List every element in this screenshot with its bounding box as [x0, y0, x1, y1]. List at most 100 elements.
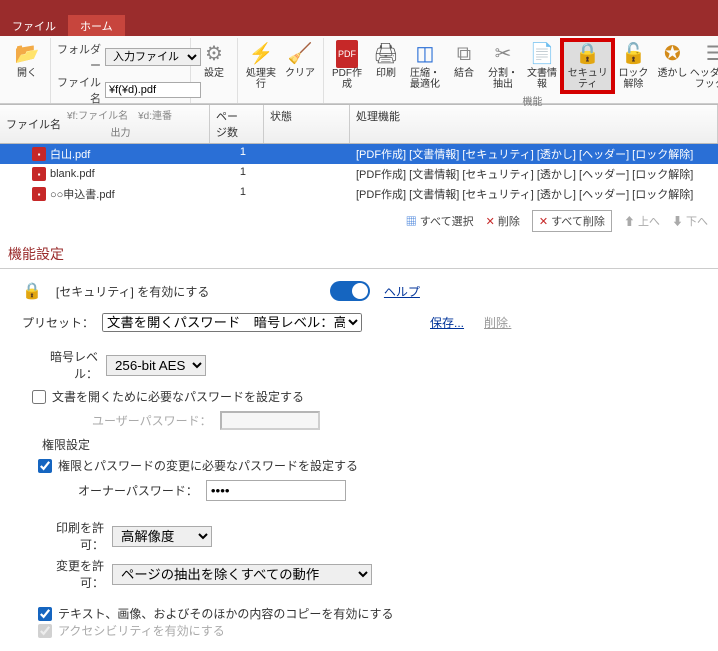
file-name: blank.pdf [50, 168, 95, 180]
pdf-icon: PDF [336, 42, 358, 66]
file-fn: [PDF作成] [文書情報] [セキュリティ] [透かし] [ヘッダー] [ロッ… [350, 184, 718, 204]
pdf-file-icon: ▪ [32, 147, 46, 161]
folder-label: フォルダー [55, 41, 101, 73]
split-button[interactable]: ✂ 分割・ 抽出 [484, 40, 522, 92]
compress-icon: ◫ [416, 42, 435, 66]
change-allow-select[interactable]: ページの抽出を除くすべての動作 [112, 564, 372, 585]
print-button[interactable]: 🖨 印刷 [367, 40, 405, 92]
header-footer-button[interactable]: ☰ ヘッダー・ フッター [692, 40, 718, 92]
pdf-file-icon: ▪ [32, 187, 46, 201]
grid-header: ファイル名 ページ数 状態 処理機能 [0, 105, 718, 144]
owner-password-input[interactable] [206, 480, 346, 501]
preset-save-link[interactable]: 保存... [430, 314, 464, 331]
ribbon: 📂 開く フォルダー 入力ファイルと同じ ファイル名 ¥f:ファイル名 ¥d:連… [0, 36, 718, 104]
perm-password-label: 権限とパスワードの変更に必要なパスワードを設定する [58, 457, 358, 474]
select-all-button[interactable]: ▦ すべて選択 [406, 213, 474, 229]
compress-button[interactable]: ◫ 圧縮・ 最適化 [406, 40, 444, 92]
clear-button[interactable]: 🧹 クリア [281, 40, 319, 92]
folder-select[interactable]: 入力ファイルと同じ [105, 48, 201, 66]
file-pages: 1 [210, 184, 264, 204]
clear-label: クリア [285, 68, 315, 79]
security-label: セキュリティ [566, 68, 609, 90]
owner-password-label: オーナーパスワード： [78, 482, 198, 499]
tab-home[interactable]: ホーム [68, 15, 125, 36]
enc-level-label: 暗号レベル： [32, 348, 98, 382]
header-footer-icon: ☰ [706, 42, 718, 66]
bolt-icon: ⚡ [249, 42, 274, 66]
compress-label: 圧縮・ 最適化 [410, 68, 440, 90]
pdf-create-button[interactable]: PDF PDF作成 [328, 40, 366, 92]
unlock-label: ロック 解除 [618, 68, 648, 90]
open-password-label: 文書を開くために必要なパスワードを設定する [52, 388, 304, 405]
combine-button[interactable]: ⧉ 結合 [445, 40, 483, 92]
print-label: 印刷 [376, 68, 396, 79]
table-row[interactable]: ▪白山.pdf 1 [PDF作成] [文書情報] [セキュリティ] [透かし] … [0, 144, 718, 164]
file-name: 白山.pdf [50, 146, 90, 162]
split-label: 分割・ 抽出 [488, 68, 518, 90]
run-label: 処理実行 [246, 68, 276, 90]
security-button[interactable]: 🔒 セキュリティ [562, 40, 613, 92]
delete-button[interactable]: ✕ 削除 [486, 213, 520, 229]
docinfo-button[interactable]: 📄 文書情報 [523, 40, 561, 92]
ribbon-tabs: ファイル ホーム [0, 16, 718, 36]
delete-all-button[interactable]: ✕すべて削除 [532, 210, 612, 232]
preset-delete-link[interactable]: 削除. [484, 314, 511, 331]
change-allow-label: 変更を許可： [38, 557, 104, 591]
docinfo-icon: 📄 [530, 42, 555, 66]
col-pages[interactable]: ページ数 [210, 105, 264, 143]
file-fn: [PDF作成] [文書情報] [セキュリティ] [透かし] [ヘッダー] [ロッ… [350, 164, 718, 184]
watermark-button[interactable]: ✪ 透かし [653, 40, 691, 92]
table-row[interactable]: ▪blank.pdf 1 [PDF作成] [文書情報] [セキュリティ] [透か… [0, 164, 718, 184]
col-state[interactable]: 状態 [264, 105, 350, 143]
file-pages: 1 [210, 144, 264, 164]
gear-icon: ⚙ [205, 42, 223, 66]
permission-heading: 権限設定 [42, 436, 696, 453]
enable-security-label: [セキュリティ] を有効にする [56, 283, 316, 300]
open-folder-icon: 📂 [15, 42, 40, 66]
open-label: 開く [17, 68, 37, 79]
filename-label: ファイル名 [55, 74, 101, 106]
filename-input[interactable] [105, 82, 201, 98]
print-allow-select[interactable]: 高解像度 [112, 526, 212, 547]
user-password-label: ユーザーパスワード： [92, 412, 212, 429]
help-link[interactable]: ヘルプ [384, 283, 420, 300]
move-down-button[interactable]: ⬇ 下へ [672, 213, 708, 229]
tab-file[interactable]: ファイル [0, 15, 68, 36]
preset-label: プリセット： [22, 314, 94, 331]
accessibility-label: アクセシビリティを有効にする [58, 622, 225, 639]
list-tools: ▦ すべて選択 ✕ 削除 ✕すべて削除 ⬆ 上へ ⬇ 下へ [0, 204, 718, 240]
enable-security-toggle[interactable] [330, 281, 370, 301]
printer-icon: 🖨 [373, 42, 398, 66]
titlebar [0, 0, 718, 16]
combine-label: 結合 [454, 68, 474, 79]
broom-icon: 🧹 [288, 42, 313, 66]
col-fn[interactable]: 処理機能 [350, 105, 718, 143]
split-icon: ✂ [495, 42, 512, 66]
watermark-label: 透かし [657, 68, 687, 79]
file-name: ○○申込書.pdf [50, 186, 115, 202]
section-title: 機能設定 [0, 240, 718, 269]
docinfo-label: 文書情報 [527, 68, 557, 90]
settings-button[interactable]: ⚙ 設定 [195, 40, 233, 81]
print-allow-label: 印刷を許可： [38, 519, 104, 553]
user-password-input [220, 411, 320, 430]
perm-password-checkbox[interactable] [38, 459, 52, 473]
settings-panel: 🔒 [セキュリティ] を有効にする ヘルプ プリセット： 文書を開くパスワード … [0, 269, 718, 651]
header-footer-label: ヘッダー・ フッター [690, 68, 718, 90]
combine-icon: ⧉ [457, 42, 471, 66]
file-pages: 1 [210, 164, 264, 184]
open-password-checkbox[interactable] [32, 390, 46, 404]
enc-level-select[interactable]: 256-bit AES [106, 355, 206, 376]
lock-icon: 🔒 [575, 42, 600, 66]
col-name[interactable]: ファイル名 [0, 105, 210, 143]
open-button[interactable]: 📂 開く [8, 40, 46, 81]
accessibility-checkbox [38, 624, 52, 638]
table-row[interactable]: ▪ ○○申込書.pdf 1 [PDF作成] [文書情報] [セキュリティ] [透か… [0, 184, 718, 204]
preset-select[interactable]: 文書を開くパスワード 暗号レベル：高* [102, 313, 362, 332]
pdf-create-label: PDF作成 [332, 68, 362, 90]
settings-label: 設定 [204, 68, 224, 79]
file-grid: ファイル名 ページ数 状態 処理機能 ▪ 白山.pdf 1 [PDF作成] [文書… [0, 104, 718, 204]
unlock-button[interactable]: 🔓 ロック 解除 [614, 40, 652, 92]
move-up-button[interactable]: ⬆ 上へ [624, 213, 660, 229]
run-button[interactable]: ⚡ 処理実行 [242, 40, 280, 92]
